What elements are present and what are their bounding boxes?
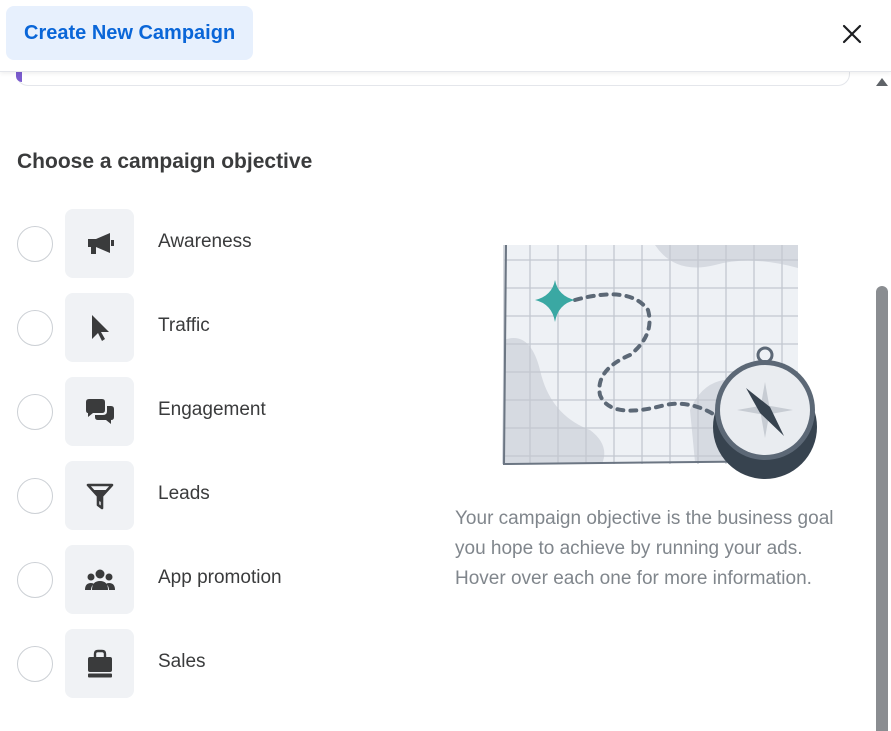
icon-box — [65, 377, 134, 446]
icon-box — [65, 629, 134, 698]
objective-leads[interactable]: Leads — [0, 461, 420, 531]
objective-label: Traffic — [158, 315, 210, 336]
objective-label: Sales — [158, 651, 206, 672]
objective-app-promotion[interactable]: App promotion — [0, 545, 420, 615]
objective-engagement[interactable]: Engagement — [0, 377, 420, 447]
scrollbar-thumb[interactable] — [876, 286, 888, 731]
objective-label: App promotion — [158, 567, 282, 588]
dialog-title: Create New Campaign — [24, 21, 236, 44]
shopping-bag-icon — [87, 649, 112, 677]
scroll-up-arrow-icon[interactable] — [876, 78, 888, 86]
objective-sales[interactable]: Sales — [0, 629, 420, 699]
objective-label: Awareness — [158, 231, 252, 252]
funnel-icon — [86, 483, 113, 509]
people-icon — [84, 569, 115, 590]
objective-label: Engagement — [158, 399, 266, 420]
dialog-header: Create New Campaign — [0, 0, 891, 72]
radio-sales[interactable] — [17, 646, 53, 682]
close-icon — [842, 24, 862, 44]
objective-awareness[interactable]: Awareness — [0, 209, 420, 279]
chat-bubbles-icon — [85, 398, 114, 424]
objective-label: Leads — [158, 483, 210, 504]
icon-box — [65, 209, 134, 278]
objective-description: Your campaign objective is the business … — [455, 508, 834, 589]
icon-box — [65, 293, 134, 362]
icon-box — [65, 461, 134, 530]
radio-traffic[interactable] — [17, 310, 53, 346]
radio-awareness[interactable] — [17, 226, 53, 262]
cursor-icon — [91, 314, 109, 341]
icon-box — [65, 545, 134, 614]
radio-engagement[interactable] — [17, 394, 53, 430]
map-compass-illustration — [502, 244, 817, 479]
megaphone-icon — [87, 232, 114, 254]
tab-create-new-campaign[interactable]: Create New Campaign — [6, 6, 254, 60]
objective-traffic[interactable]: Traffic — [0, 293, 420, 363]
close-button[interactable] — [832, 14, 872, 54]
section-title: Choose a campaign objective — [17, 150, 313, 173]
radio-leads[interactable] — [17, 478, 53, 514]
radio-app-promotion[interactable] — [17, 562, 53, 598]
